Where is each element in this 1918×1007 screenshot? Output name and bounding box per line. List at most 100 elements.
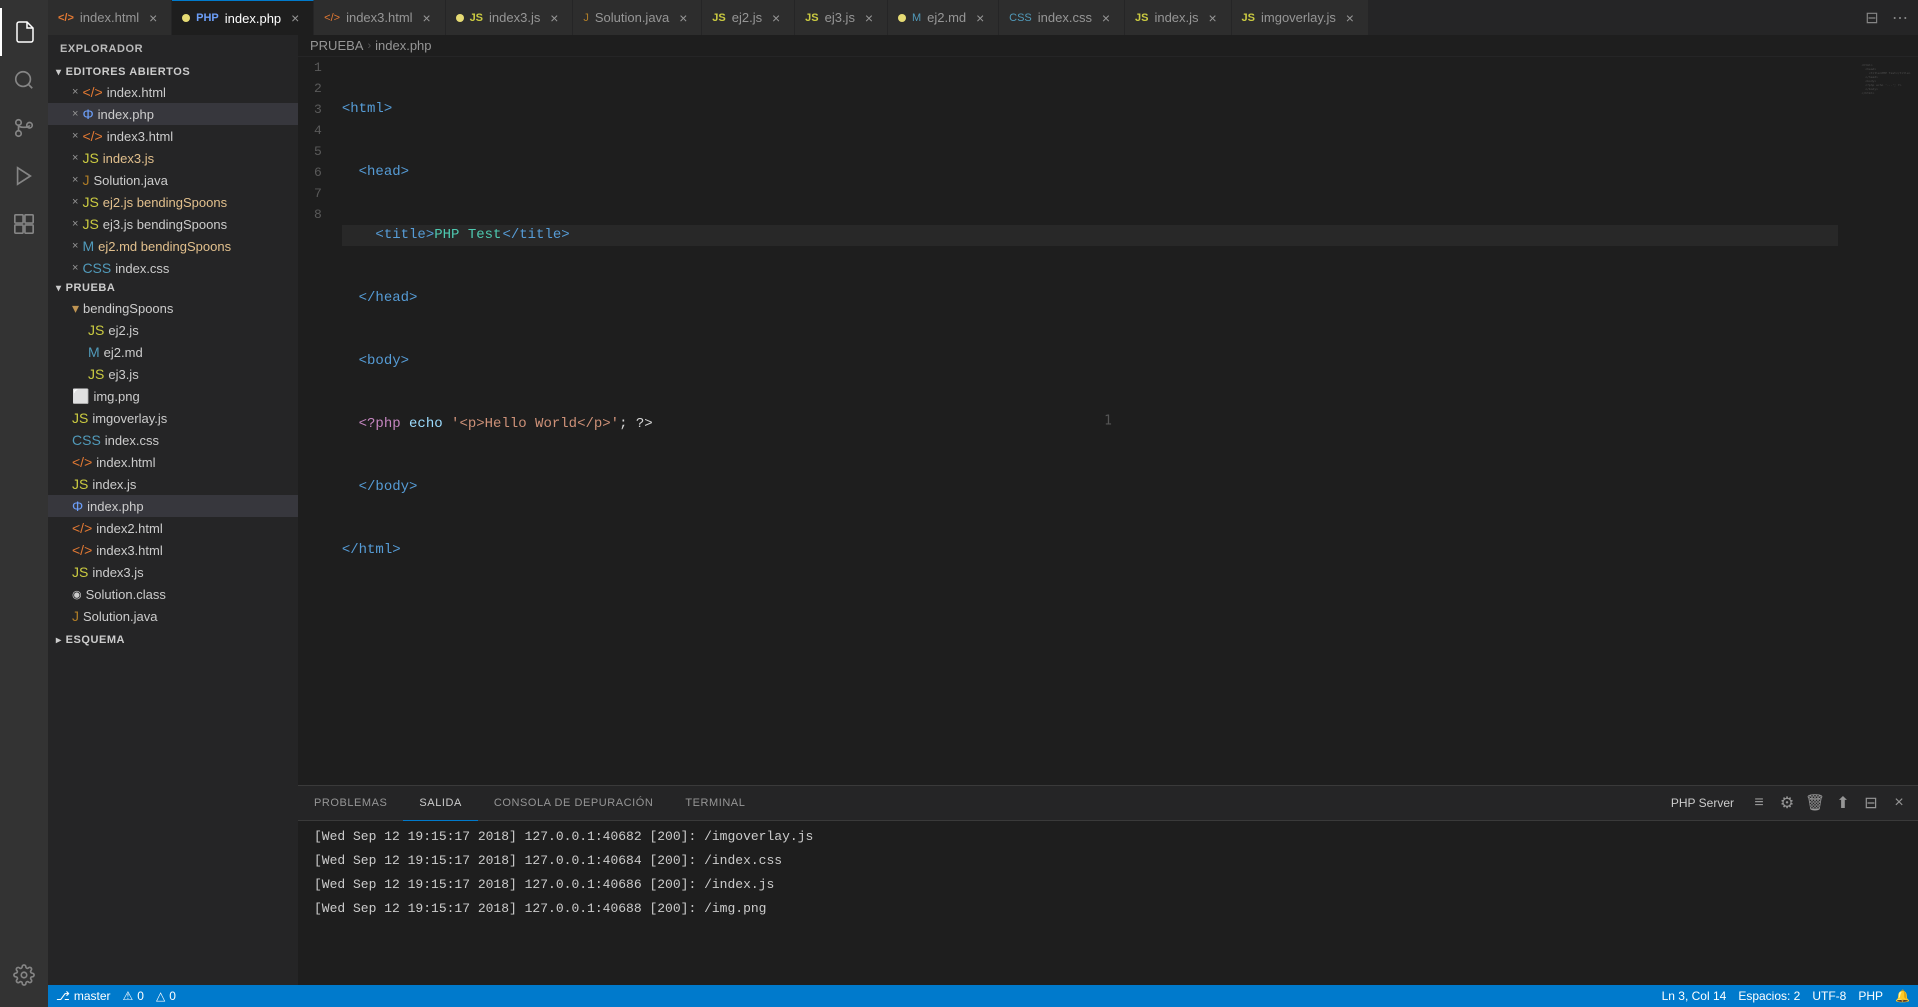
file-ej2-md-prueba[interactable]: M ej2.md	[48, 341, 298, 363]
tab-close-index-html[interactable]: ×	[145, 10, 161, 26]
file-index2-html-prueba[interactable]: </> index2.html	[48, 517, 298, 539]
tab-close-ej2-md[interactable]: ×	[972, 10, 988, 26]
tab-close-index-php[interactable]: ×	[287, 10, 303, 26]
tab-index3-html[interactable]: </> index3.html ×	[314, 0, 445, 35]
open-file-ej2-js[interactable]: × JS ej2.js bendingSpoons	[48, 191, 298, 213]
notifications-status[interactable]: 🔔	[1895, 989, 1910, 1003]
js-icon-ej2: JS	[88, 322, 104, 338]
spaces-status[interactable]: Espacios: 2	[1738, 989, 1800, 1003]
language-status[interactable]: PHP	[1858, 989, 1883, 1003]
folder-bendingSpoons[interactable]: ▾ bendingSpoons	[48, 297, 298, 319]
code-line-1: <html>	[342, 99, 1838, 120]
tab-close-imgoverlay-js[interactable]: ×	[1342, 10, 1358, 26]
file-index-js-prueba[interactable]: JS index.js	[48, 473, 298, 495]
encoding-status[interactable]: UTF-8	[1812, 989, 1846, 1003]
file-img-png[interactable]: ⬜ img.png	[48, 385, 298, 407]
panel-close-button[interactable]: ×	[1888, 792, 1910, 814]
more-actions-button[interactable]: ⋯	[1888, 6, 1912, 30]
close-icon-6[interactable]: ×	[72, 196, 78, 208]
close-icon-4[interactable]: ×	[72, 152, 78, 164]
extensions-activity-icon[interactable]	[0, 200, 48, 248]
panel-tab-problems[interactable]: PROBLEMAS	[298, 786, 403, 821]
schema-header[interactable]: ▸ ESQUEMA	[48, 631, 298, 649]
debug-activity-icon[interactable]	[0, 152, 48, 200]
cursor-position-status[interactable]: Ln 3, Col 14	[1662, 989, 1727, 1003]
file-ej2-js-prueba[interactable]: JS ej2.js	[48, 319, 298, 341]
panel-right-actions: PHP Server ≡ ⚙ 🗑 ⬆ ⊟ ×	[1671, 792, 1918, 814]
tab-close-index3-html[interactable]: ×	[419, 10, 435, 26]
settings-activity-icon[interactable]	[0, 951, 48, 999]
file-index-php-prueba[interactable]: Φ index.php	[48, 495, 298, 517]
code-line-4: </head>	[342, 288, 1838, 309]
tab-index-php[interactable]: PHP index.php ×	[172, 0, 314, 35]
file-imgoverlay-js[interactable]: JS imgoverlay.js	[48, 407, 298, 429]
tab-ej2-js[interactable]: JS ej2.js ×	[702, 0, 795, 35]
open-file-ej2-md[interactable]: × M ej2.md bendingSpoons	[48, 235, 298, 257]
tab-close-index3-js[interactable]: ×	[546, 10, 562, 26]
html-file-icon-1: </>	[82, 84, 102, 100]
git-activity-icon[interactable]	[0, 104, 48, 152]
code-span-3b: PHP Test	[434, 225, 501, 246]
close-icon-9[interactable]: ×	[72, 262, 78, 274]
file-label-index-html-prueba: index.html	[96, 455, 155, 470]
close-icon-2[interactable]: ×	[72, 108, 78, 120]
panel-resize-button[interactable]: ⊟	[1860, 792, 1882, 814]
close-icon-7[interactable]: ×	[72, 218, 78, 230]
tab-index-html[interactable]: </> index.html ×	[48, 0, 172, 35]
panel-tab-output[interactable]: SALIDA	[403, 786, 477, 821]
png-icon: ⬜	[72, 388, 89, 405]
file-index-html-prueba[interactable]: </> index.html	[48, 451, 298, 473]
close-icon-8[interactable]: ×	[72, 240, 78, 252]
open-file-index-php[interactable]: × Φ index.php	[48, 103, 298, 125]
git-branch-status[interactable]: ⎇ master	[56, 989, 111, 1003]
close-icon-5[interactable]: ×	[72, 174, 78, 186]
file-solution-java-prueba[interactable]: J Solution.java	[48, 605, 298, 627]
tab-label-ej3-js: ej3.js	[825, 10, 855, 25]
breadcrumb-file[interactable]: index.php	[375, 38, 431, 53]
file-index3-js-prueba[interactable]: JS index3.js	[48, 561, 298, 583]
css-icon-index: CSS	[72, 432, 101, 448]
tab-index-css[interactable]: CSS index.css ×	[999, 0, 1125, 35]
close-icon-3[interactable]: ×	[72, 130, 78, 142]
breadcrumb-prueba[interactable]: PRUEBA	[310, 38, 363, 53]
files-activity-icon[interactable]	[0, 8, 48, 56]
file-index3-html-prueba[interactable]: </> index3.html	[48, 539, 298, 561]
panel-clear-button[interactable]: 🗑	[1804, 792, 1826, 814]
open-file-index-css[interactable]: × CSS index.css	[48, 257, 298, 279]
open-file-index-html[interactable]: × </> index.html	[48, 81, 298, 103]
errors-status[interactable]: ⚠ 0	[123, 989, 144, 1003]
code-line-7: </body>	[342, 477, 1838, 498]
search-activity-icon[interactable]	[0, 56, 48, 104]
warnings-status[interactable]: △ 0	[156, 989, 176, 1003]
tab-close-ej2-js[interactable]: ×	[768, 10, 784, 26]
tab-close-index-js[interactable]: ×	[1205, 10, 1221, 26]
split-editor-button[interactable]: ⊟	[1860, 6, 1884, 30]
open-file-solution-java[interactable]: × J Solution.java	[48, 169, 298, 191]
panel-filter-button[interactable]: ≡	[1748, 792, 1770, 814]
panel-config-button[interactable]: ⚙	[1776, 792, 1798, 814]
tab-ej2-md[interactable]: M ej2.md ×	[888, 0, 999, 35]
file-index-css-prueba[interactable]: CSS index.css	[48, 429, 298, 451]
open-file-index3-js[interactable]: × JS index3.js	[48, 147, 298, 169]
tab-right-actions: ⊟ ⋯	[1860, 0, 1918, 35]
code-content[interactable]: <html> <head> <title>PHP Test</title> </…	[338, 57, 1838, 785]
tab-index3-js[interactable]: JS index3.js ×	[446, 0, 574, 35]
tab-close-solution-java[interactable]: ×	[675, 10, 691, 26]
panel-tab-terminal[interactable]: TERMINAL	[669, 786, 761, 821]
open-file-ej3-js[interactable]: × JS ej3.js bendingSpoons	[48, 213, 298, 235]
close-icon-1[interactable]: ×	[72, 86, 78, 98]
tab-modified-dot	[182, 14, 190, 22]
file-solution-class[interactable]: ◉ Solution.class	[48, 583, 298, 605]
tab-solution-java[interactable]: J Solution.java ×	[573, 0, 702, 35]
tab-ej3-js[interactable]: JS ej3.js ×	[795, 0, 888, 35]
tab-index-js[interactable]: JS index.js ×	[1125, 0, 1232, 35]
open-file-index3-html[interactable]: × </> index3.html	[48, 125, 298, 147]
panel-tab-debug[interactable]: CONSOLA DE DEPURACIÓN	[478, 786, 669, 821]
tab-close-index-css[interactable]: ×	[1098, 10, 1114, 26]
tab-close-ej3-js[interactable]: ×	[861, 10, 877, 26]
open-editors-header[interactable]: ▾ EDITORES ABIERTOS	[48, 63, 298, 81]
prueba-header[interactable]: ▾ PRUEBA	[48, 279, 298, 297]
panel-expand-button[interactable]: ⬆	[1832, 792, 1854, 814]
file-ej3-js-prueba[interactable]: JS ej3.js	[48, 363, 298, 385]
tab-imgoverlay-js[interactable]: JS imgoverlay.js ×	[1232, 0, 1369, 35]
